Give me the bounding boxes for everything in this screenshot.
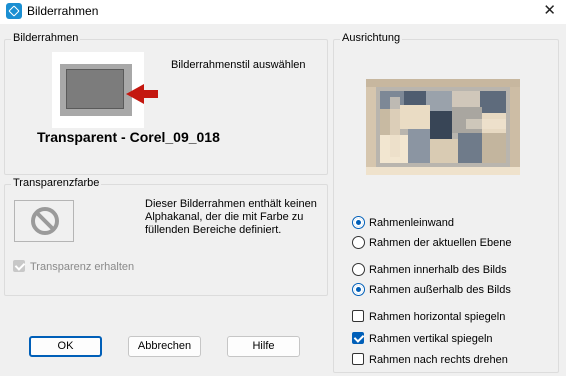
orientation-group-label: Ausrichtung — [340, 32, 403, 44]
radio-frame-canvas-dot[interactable] — [352, 216, 365, 229]
frame-group-label: Bilderrahmen — [11, 32, 81, 44]
checkbox-rotate-right[interactable]: Rahmen nach rechts drehen — [352, 353, 542, 369]
radio-frame-current-layer[interactable]: Rahmen der aktuellen Ebene — [352, 236, 542, 252]
radio-frame-outside[interactable]: Rahmen außerhalb des Bilds — [352, 283, 542, 299]
window-title: Bilderrahmen — [27, 4, 99, 18]
rotate-right-label: Rahmen nach rechts drehen — [369, 354, 508, 366]
transparency-color-swatch[interactable] — [14, 200, 74, 242]
flip-horizontal-label: Rahmen horizontal spiegeln — [369, 311, 506, 323]
help-button[interactable]: Hilfe — [227, 336, 300, 357]
radio-frame-canvas-label: Rahmenleinwand — [369, 217, 454, 229]
rotate-right-check-box[interactable] — [352, 353, 364, 365]
radio-frame-inside-dot[interactable] — [352, 263, 365, 276]
checkbox-flip-vertical[interactable]: Rahmen vertikal spiegeln — [352, 332, 542, 348]
title-bar: Bilderrahmen ✕ — [0, 0, 566, 24]
frame-thumbnail-inner — [66, 69, 124, 109]
frame-name: Transparent - Corel_09_018 — [37, 129, 220, 145]
checkbox-flip-horizontal[interactable]: Rahmen horizontal spiegeln — [352, 310, 542, 326]
app-icon — [6, 3, 22, 19]
flip-horizontal-check-box[interactable] — [352, 310, 364, 322]
ok-button[interactable]: OK — [29, 336, 102, 357]
flip-vertical-check-box[interactable] — [352, 332, 364, 344]
radio-frame-current-layer-label: Rahmen der aktuellen Ebene — [369, 237, 512, 249]
transparency-group-label: Transparenzfarbe — [11, 177, 102, 189]
radio-frame-inside[interactable]: Rahmen innerhalb des Bilds — [352, 263, 542, 279]
flip-vertical-label: Rahmen vertikal spiegeln — [369, 333, 493, 345]
keep-transparency-label: Transparenz erhalten — [30, 261, 135, 273]
keep-transparency-check-box[interactable] — [13, 260, 25, 272]
no-symbol-icon — [31, 207, 59, 235]
radio-frame-outside-label: Rahmen außerhalb des Bilds — [369, 284, 511, 296]
select-frame-style-label: Bilderrahmenstil auswählen — [171, 59, 306, 71]
radio-frame-canvas[interactable]: Rahmenleinwand — [352, 216, 542, 232]
alpha-channel-message: Dieser Bilderrahmen enthält keinen Alpha… — [145, 198, 317, 236]
red-arrow-shaft — [144, 90, 158, 98]
radio-frame-current-layer-dot[interactable] — [352, 236, 365, 249]
red-arrow-icon — [126, 84, 144, 104]
frame-preview-image — [366, 79, 520, 175]
radio-frame-outside-dot[interactable] — [352, 283, 365, 296]
keep-transparency-checkbox[interactable]: Transparenz erhalten — [13, 260, 173, 276]
close-button[interactable]: ✕ — [543, 2, 556, 20]
radio-frame-inside-label: Rahmen innerhalb des Bilds — [369, 264, 507, 276]
cancel-button[interactable]: Abbrechen — [128, 336, 201, 357]
frame-thumbnail — [60, 64, 132, 116]
